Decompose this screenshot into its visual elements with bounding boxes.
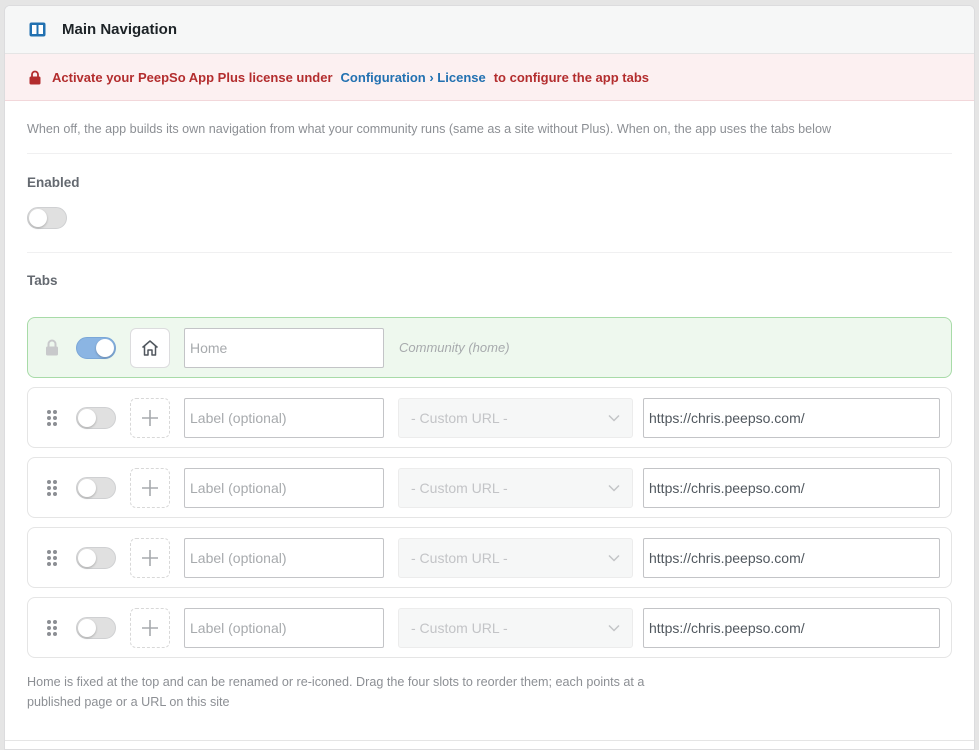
tab-slot-row[interactable]: - Custom URL - [27, 387, 952, 448]
destination-select[interactable]: - Custom URL - [398, 467, 633, 508]
tab-url-input[interactable] [643, 397, 940, 438]
destination-select-value: - Custom URL - [411, 409, 508, 426]
toggle-knob [78, 618, 96, 637]
navigation-description: When off, the app builds its own navigat… [27, 101, 952, 154]
configuration-license-link[interactable]: Configuration › License [341, 70, 486, 85]
panel-header: Main Navigation [5, 6, 974, 54]
icon-picker-button[interactable] [130, 467, 170, 508]
destination-select[interactable]: - Custom URL - [398, 607, 633, 648]
toggle-knob [29, 209, 47, 227]
tab-slot-row[interactable]: - Custom URL - [27, 457, 952, 518]
destination-select-value: - Custom URL - [411, 549, 508, 566]
lock-icon [29, 70, 41, 85]
drag-handle-icon[interactable] [42, 408, 62, 428]
columns-icon [29, 22, 46, 37]
toggle-knob [96, 338, 114, 357]
lock-icon [42, 338, 62, 358]
notice-prefix: Activate your PeepSo App Plus license un… [52, 69, 333, 85]
home-tab-toggle[interactable] [76, 336, 116, 359]
tab-slot-toggle[interactable] [76, 476, 116, 499]
toggle-knob [78, 478, 96, 497]
icon-picker-button[interactable] [130, 537, 170, 578]
tab-label-input[interactable] [184, 397, 384, 438]
tab-slot-row[interactable]: - Custom URL - [27, 597, 952, 658]
enabled-section: Enabled [27, 154, 952, 253]
plus-icon [142, 549, 158, 566]
destination-select[interactable]: - Custom URL - [398, 537, 633, 578]
enabled-label: Enabled [27, 175, 80, 190]
tabs-section: Tabs Community (home) [27, 253, 952, 712]
destination-select-value: - Custom URL - [411, 479, 508, 496]
home-icon [142, 339, 158, 356]
destination-select-value: - Custom URL - [411, 619, 508, 636]
plus-icon [142, 479, 158, 496]
license-notice: Activate your PeepSo App Plus license un… [5, 54, 974, 101]
plus-icon [142, 619, 158, 636]
bottom-divider [5, 740, 974, 741]
toggle-knob [78, 548, 96, 567]
plus-icon [142, 409, 158, 426]
icon-picker-button[interactable] [130, 397, 170, 438]
tab-url-input[interactable] [643, 607, 940, 648]
tabs-help-text: Home is fixed at the top and can be rena… [27, 675, 645, 709]
tab-url-input[interactable] [643, 537, 940, 578]
home-tab-row: Community (home) [27, 317, 952, 378]
notice-suffix: to configure the app tabs [493, 69, 650, 85]
tab-slot-toggle[interactable] [76, 546, 116, 569]
tab-label-input[interactable] [184, 537, 384, 578]
drag-handle-icon[interactable] [42, 478, 62, 498]
tab-slot-toggle[interactable] [76, 406, 116, 429]
chevron-down-icon [608, 414, 620, 422]
chevron-down-icon [608, 624, 620, 632]
chevron-down-icon [608, 554, 620, 562]
tab-slot-row[interactable]: - Custom URL - [27, 527, 952, 588]
toggle-knob [78, 408, 96, 427]
drag-handle-icon[interactable] [42, 548, 62, 568]
main-navigation-panel: Main Navigation Activate your PeepSo App… [4, 5, 975, 750]
tab-label-input[interactable] [184, 607, 384, 648]
destination-select[interactable]: - Custom URL - [398, 397, 633, 438]
home-icon-picker[interactable] [130, 327, 170, 368]
tab-slot-toggle[interactable] [76, 616, 116, 639]
icon-picker-button[interactable] [130, 607, 170, 648]
drag-handle-icon[interactable] [42, 618, 62, 638]
enabled-toggle[interactable] [27, 207, 67, 229]
home-label-input[interactable] [184, 327, 384, 368]
tab-label-input[interactable] [184, 467, 384, 508]
home-destination: Community (home) [399, 340, 510, 355]
tab-url-input[interactable] [643, 467, 940, 508]
tabs-label: Tabs [27, 273, 58, 288]
panel-title: Main Navigation [62, 21, 178, 38]
chevron-down-icon [608, 484, 620, 492]
